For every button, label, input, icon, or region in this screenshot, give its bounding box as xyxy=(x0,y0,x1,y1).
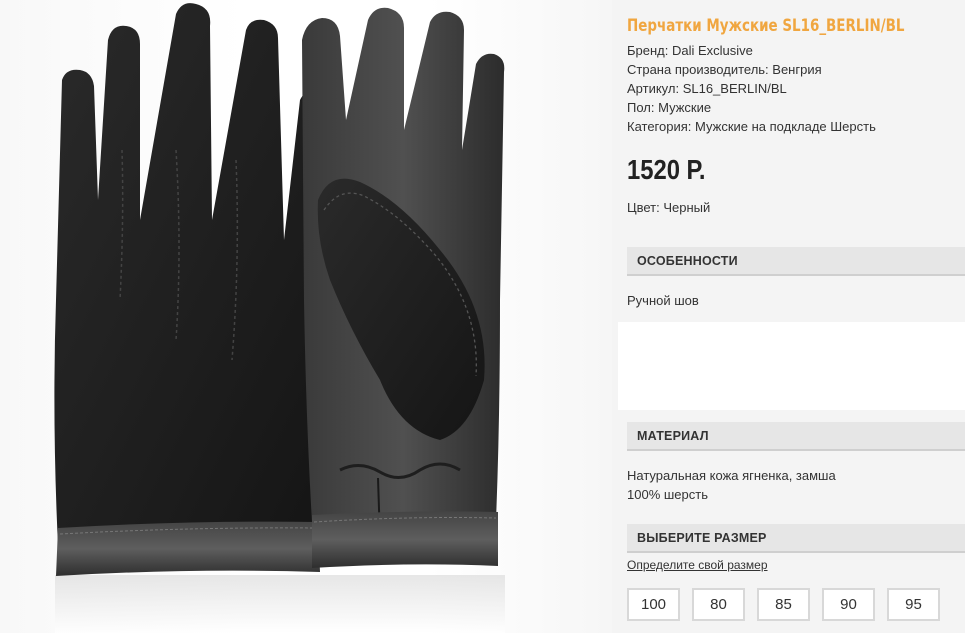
gender-text: Пол: Мужские xyxy=(627,100,712,115)
material-line-1: Натуральная кожа ягненка, замша xyxy=(627,468,836,483)
right-glove xyxy=(302,7,505,568)
size-guide-link[interactable]: Определите свой размер xyxy=(627,558,768,572)
size-option-85[interactable]: 85 xyxy=(757,588,810,621)
product-title: Перчатки Мужские SL16_BERLIN/BL xyxy=(627,16,905,36)
article-text: Артикул: SL16_BERLIN/BL xyxy=(627,81,787,96)
gloves-illustration xyxy=(54,3,505,633)
size-option-100[interactable]: 100 xyxy=(627,588,680,621)
material-text: Натуральная кожа ягненка, замша 100% шер… xyxy=(627,466,836,504)
size-options: 100 80 85 90 95 xyxy=(627,588,940,621)
product-details-panel: Перчатки Мужские SL16_BERLIN/BL Бренд: D… xyxy=(612,0,965,633)
size-option-90[interactable]: 90 xyxy=(822,588,875,621)
size-heading: ВЫБЕРИТЕ РАЗМЕР xyxy=(627,524,965,553)
category-text: Категория: Мужские на подкладе Шерсть xyxy=(627,119,876,134)
brand-text: Бренд: Dali Exclusive xyxy=(627,43,753,58)
product-color: Цвет: Черный xyxy=(627,200,711,215)
product-image[interactable] xyxy=(0,0,612,633)
product-meta: Бренд: Dali Exclusive Страна производите… xyxy=(627,41,876,136)
features-spacer xyxy=(618,322,965,410)
material-line-2: 100% шерсть xyxy=(627,487,708,502)
size-option-95[interactable]: 95 xyxy=(887,588,940,621)
material-heading[interactable]: МАТЕРИАЛ xyxy=(627,422,965,451)
features-text: Ручной шов xyxy=(627,293,699,308)
size-option-80[interactable]: 80 xyxy=(692,588,745,621)
features-heading[interactable]: ОСОБЕННОСТИ xyxy=(627,247,965,276)
country-text: Страна производитель: Венгрия xyxy=(627,62,822,77)
product-price: 1520 Р. xyxy=(627,154,706,185)
left-glove xyxy=(54,3,320,576)
